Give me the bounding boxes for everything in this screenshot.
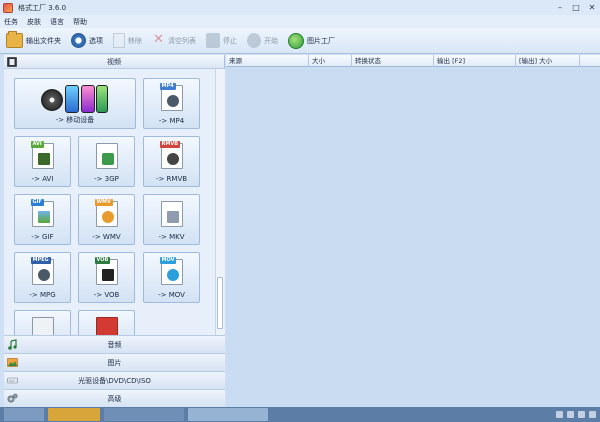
start-icon bbox=[247, 33, 261, 48]
video-format-tiles: -> 移动设备 MP4 -> MP4 AVI -> AVI -> 3GP RMV… bbox=[4, 69, 225, 335]
tile-mov[interactable]: MOV -> MOV bbox=[143, 252, 200, 303]
gif-file-icon: GIF bbox=[30, 199, 54, 227]
music-note-icon bbox=[8, 339, 17, 350]
tile-partial-1[interactable] bbox=[14, 310, 71, 335]
toolbar: 输出文件夹 选项 移除 ✕ 清空列表 停止 开始 图片工厂 bbox=[0, 28, 600, 54]
tile-rmvb[interactable]: RMVB -> RMVB bbox=[143, 136, 200, 187]
tile-partial-2[interactable] bbox=[78, 310, 135, 335]
file-icon bbox=[31, 317, 54, 335]
menu-skin[interactable]: 皮肤 bbox=[27, 17, 41, 27]
flash-file-icon bbox=[95, 317, 118, 335]
avi-file-icon: AVI bbox=[30, 141, 54, 169]
video-section-header[interactable]: 视频 bbox=[4, 55, 224, 69]
minimize-button[interactable]: – bbox=[552, 0, 568, 15]
options-button[interactable]: 选项 bbox=[71, 31, 103, 51]
close-button[interactable]: ✕ bbox=[584, 0, 600, 15]
output-folder-button[interactable]: 输出文件夹 bbox=[6, 31, 61, 51]
picture-icon bbox=[7, 358, 18, 367]
disc-drive-icon bbox=[7, 377, 18, 384]
picture-factory-button[interactable]: 图片工厂 bbox=[288, 31, 335, 51]
remove-button[interactable]: 移除 bbox=[113, 31, 142, 51]
column-status[interactable]: 转换状态 bbox=[352, 55, 434, 67]
app-logo-icon bbox=[3, 2, 13, 13]
document-icon bbox=[113, 33, 125, 48]
taskbar-item[interactable] bbox=[104, 408, 184, 421]
tile-gif[interactable]: GIF -> GIF bbox=[14, 194, 71, 245]
advanced-section-header[interactable]: 高级 bbox=[4, 389, 225, 407]
mobile-devices-icon bbox=[41, 85, 109, 113]
picture-factory-logo-icon bbox=[288, 32, 304, 49]
gears-icon bbox=[7, 393, 18, 403]
taskbar-item[interactable] bbox=[188, 408, 268, 421]
scrollbar-thumb[interactable] bbox=[217, 277, 223, 329]
tray-icon[interactable] bbox=[567, 411, 574, 418]
task-list[interactable]: 来源 大小 转换状态 输出 [F2] [输出] 大小 bbox=[226, 55, 600, 407]
tile-mpg[interactable]: MPEG -> MPG bbox=[14, 252, 71, 303]
column-output[interactable]: 输出 [F2] bbox=[434, 55, 516, 67]
window-controls: – □ ✕ bbox=[552, 0, 600, 15]
title-bar: 格式工厂 3.6.0 – □ ✕ bbox=[0, 0, 600, 15]
stop-button[interactable]: 停止 bbox=[206, 31, 237, 51]
task-list-header: 来源 大小 转换状态 输出 [F2] [输出] 大小 bbox=[226, 55, 600, 67]
disc-section-header[interactable]: 光驱设备\DVD\CD\ISO bbox=[4, 371, 225, 389]
maximize-button[interactable]: □ bbox=[568, 0, 584, 15]
3gp-file-icon bbox=[95, 143, 118, 169]
taskbar-item[interactable] bbox=[48, 408, 100, 421]
rmvb-file-icon: RMVB bbox=[159, 141, 183, 169]
mp4-file-icon: MP4 bbox=[159, 83, 183, 111]
wmv-file-icon: WMV bbox=[94, 199, 118, 227]
column-source[interactable]: 来源 bbox=[226, 55, 309, 67]
film-icon bbox=[7, 57, 17, 67]
column-output-size[interactable]: [输出] 大小 bbox=[516, 55, 580, 67]
os-taskbar bbox=[0, 407, 600, 422]
tile-wmv[interactable]: WMV -> WMV bbox=[78, 194, 135, 245]
tile-vob[interactable]: VOB -> VOB bbox=[78, 252, 135, 303]
vob-file-icon: VOB bbox=[94, 257, 118, 285]
system-tray bbox=[552, 409, 596, 420]
menu-task[interactable]: 任务 bbox=[4, 17, 18, 27]
column-size[interactable]: 大小 bbox=[309, 55, 352, 67]
tile-avi[interactable]: AVI -> AVI bbox=[14, 136, 71, 187]
tile-3gp[interactable]: -> 3GP bbox=[78, 136, 135, 187]
tile-mobile-device[interactable]: -> 移动设备 bbox=[14, 78, 136, 129]
tiles-scrollbar[interactable] bbox=[215, 69, 224, 335]
mkv-file-icon bbox=[160, 201, 183, 227]
start-button[interactable]: 开始 bbox=[247, 31, 278, 51]
tray-icon[interactable] bbox=[589, 411, 596, 418]
picture-section-header[interactable]: 图片 bbox=[4, 353, 225, 371]
menu-bar: 任务 皮肤 语言 帮助 bbox=[0, 15, 600, 28]
audio-section-header[interactable]: 音频 bbox=[4, 335, 225, 353]
tray-icon[interactable] bbox=[578, 411, 585, 418]
mov-file-icon: MOV bbox=[159, 257, 183, 285]
menu-language[interactable]: 语言 bbox=[50, 17, 64, 27]
clear-x-icon: ✕ bbox=[153, 32, 164, 47]
tile-mkv[interactable]: -> MKV bbox=[143, 194, 200, 245]
folder-icon bbox=[6, 31, 23, 48]
mpg-file-icon: MPEG bbox=[30, 257, 54, 285]
menu-help[interactable]: 帮助 bbox=[73, 17, 87, 27]
tile-mp4[interactable]: MP4 -> MP4 bbox=[143, 78, 200, 129]
tray-icon[interactable] bbox=[556, 411, 563, 418]
window-title: 格式工厂 3.6.0 bbox=[18, 3, 67, 12]
stop-icon bbox=[206, 33, 220, 48]
clear-list-button[interactable]: ✕ 清空列表 bbox=[152, 31, 196, 51]
taskbar-item[interactable] bbox=[4, 408, 44, 421]
options-icon bbox=[71, 33, 86, 48]
category-panel: 视频 -> 移动设备 MP4 -> MP4 AVI -> AVI -> 3GP … bbox=[4, 55, 225, 407]
